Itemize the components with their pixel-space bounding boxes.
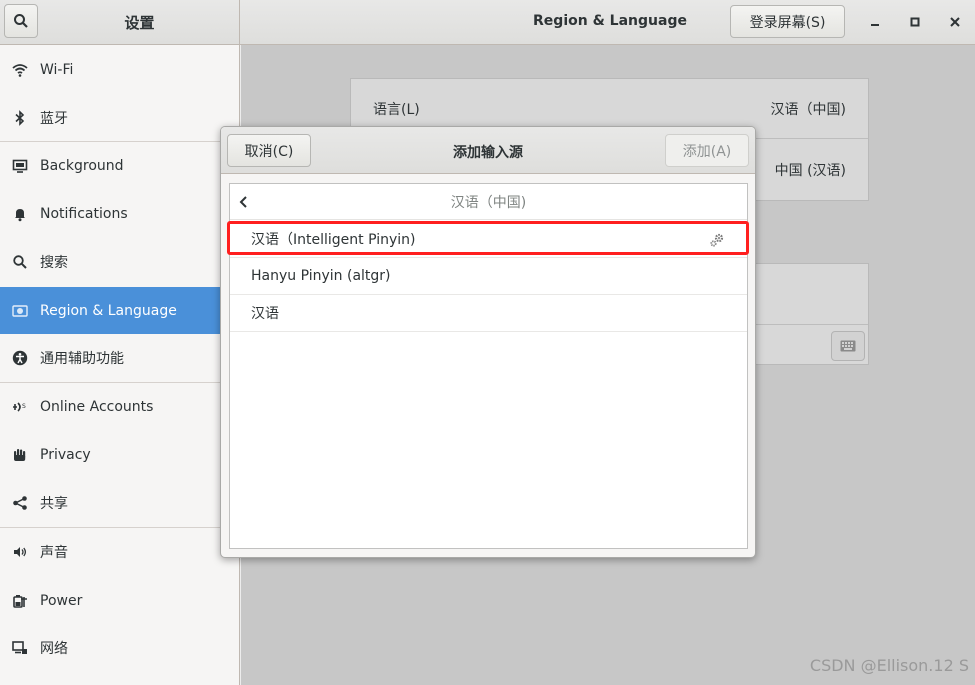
sidebar-item-accessibility[interactable]: 通用辅助功能 (0, 334, 239, 381)
dialog-title: 添加输入源 (453, 145, 523, 161)
maximize-button[interactable] (904, 11, 926, 33)
online-accounts-icon: S (12, 399, 28, 415)
language-label: 语言(L) (373, 101, 420, 118)
sidebar-item-notifications[interactable]: Notifications (0, 190, 239, 237)
sidebar-item-label: Notifications (40, 205, 128, 222)
speaker-icon (12, 544, 28, 560)
formats-value: 中国 (汉语) (774, 163, 846, 179)
sidebar: Wi-Fi 蓝牙 Background Notifications 搜索 Reg… (0, 45, 240, 685)
search-button[interactable] (4, 4, 38, 38)
maximize-icon (910, 17, 920, 27)
privacy-hand-icon (12, 447, 28, 463)
add-input-source-dialog: 取消(C) 添加输入源 添加(A) 汉语（中国) 汉语（Intelligent … (220, 126, 756, 558)
chevron-left-icon[interactable] (236, 194, 252, 210)
sidebar-item-label: Privacy (40, 446, 91, 463)
sidebar-item-privacy[interactable]: Privacy (0, 431, 239, 478)
list-item-label: 汉语 (251, 306, 279, 322)
network-icon (12, 640, 28, 656)
sidebar-item-label: Region & Language (40, 302, 177, 319)
keyboard-icon (840, 340, 856, 352)
list-item-hanyu-pinyin-altgr[interactable]: Hanyu Pinyin (altgr) (230, 258, 747, 295)
close-icon (950, 17, 960, 27)
page-title: Region & Language (533, 13, 687, 29)
region-icon (12, 303, 28, 319)
sidebar-item-label: 通用辅助功能 (40, 350, 124, 367)
list-item-label: Hanyu Pinyin (altgr) (251, 268, 391, 284)
sidebar-item-label: Wi-Fi (40, 61, 74, 78)
list-item-hanyu[interactable]: 汉语 (230, 295, 747, 332)
minimize-icon (871, 24, 879, 26)
power-icon (12, 593, 28, 609)
sidebar-item-search[interactable]: 搜索 (0, 238, 239, 285)
settings-title: 设置 (124, 14, 155, 32)
search-icon (14, 14, 28, 28)
sidebar-item-label: 蓝牙 (40, 110, 68, 127)
bluetooth-icon (12, 109, 28, 126)
sidebar-item-wifi[interactable]: Wi-Fi (0, 46, 239, 93)
sidebar-item-label: 共享 (40, 495, 68, 512)
language-value: 汉语（中国) (770, 101, 846, 118)
bell-icon (12, 206, 28, 222)
login-screen-button[interactable]: 登录屏幕(S) (730, 5, 845, 38)
dialog-header: 取消(C) 添加输入源 添加(A) (221, 127, 755, 174)
keyboard-layout-button[interactable] (831, 331, 865, 361)
sidebar-item-label: Background (40, 157, 124, 174)
sidebar-item-label: 声音 (40, 544, 68, 561)
sidebar-item-sound[interactable]: 声音 (0, 528, 239, 575)
sidebar-item-label: 搜索 (40, 254, 68, 271)
header-left: 设置 (0, 0, 240, 45)
wifi-icon (12, 62, 28, 78)
sidebar-item-label: 网络 (40, 640, 68, 657)
sidebar-item-sharing[interactable]: 共享 (0, 479, 239, 526)
minimize-button[interactable] (864, 11, 886, 33)
sidebar-item-bluetooth[interactable]: 蓝牙 (0, 94, 239, 141)
background-icon (12, 158, 28, 174)
sidebar-item-label: Online Accounts (40, 398, 154, 415)
search-icon (12, 254, 28, 270)
sidebar-item-online-accounts[interactable]: S Online Accounts (0, 383, 239, 430)
sidebar-item-background[interactable]: Background (0, 142, 239, 189)
sidebar-item-region-language[interactable]: Region & Language (0, 287, 239, 334)
list-header-label: 汉语（中国) (450, 194, 527, 211)
svg-text:S: S (22, 403, 26, 410)
list-header-row[interactable]: 汉语（中国) (230, 184, 747, 220)
sidebar-item-power[interactable]: Power (0, 577, 239, 624)
accessibility-icon (12, 350, 28, 366)
cancel-button[interactable]: 取消(C) (227, 134, 311, 167)
share-icon (12, 495, 28, 511)
sidebar-item-network[interactable]: 网络 (0, 624, 239, 671)
close-button[interactable] (944, 11, 966, 33)
header-bar: 设置 Region & Language 登录屏幕(S) (0, 0, 975, 45)
watermark: CSDN @Ellison.12 S (809, 656, 969, 675)
sidebar-item-label: Power (40, 592, 83, 609)
add-button[interactable]: 添加(A) (665, 134, 749, 167)
highlight-box (227, 221, 749, 255)
